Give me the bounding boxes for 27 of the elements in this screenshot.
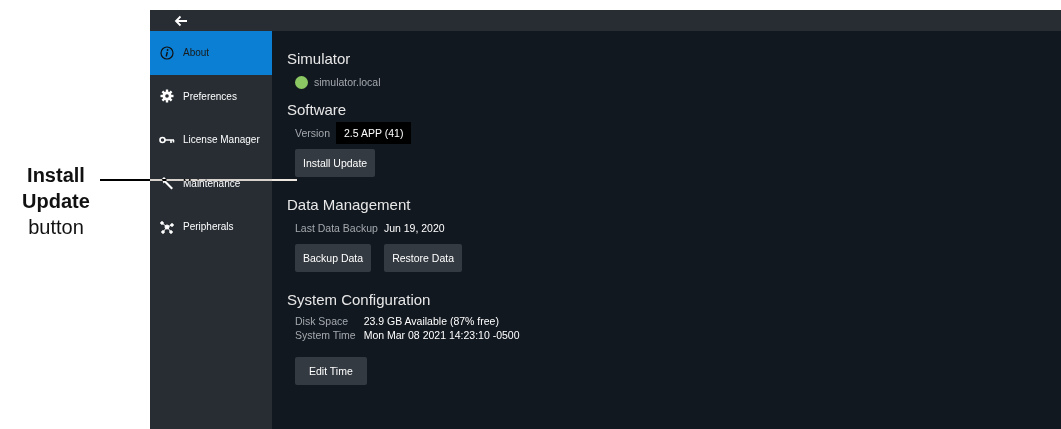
field-value: Mon Mar 08 2021 14:23:10 -0500 (363, 328, 520, 342)
info-icon (159, 45, 175, 60)
field-value: Jun 19, 2020 (383, 222, 445, 234)
sidebar-item[interactable]: License Manager (150, 118, 272, 162)
section-title: System Configuration (287, 289, 432, 310)
field-label: Version (295, 127, 331, 139)
edit-time-button[interactable]: Edit Time (295, 357, 367, 385)
key-icon (159, 135, 175, 144)
callout-label: Install Update button (21, 163, 91, 240)
field-value: 23.9 GB Available (87% free) (363, 314, 500, 328)
install-update-button[interactable]: Install Update (295, 149, 376, 177)
field-label: Last Data Backup (295, 222, 378, 234)
version-value: 2.5 APP (41) (336, 122, 412, 144)
host-name: simulator.local (314, 76, 381, 88)
section-title: Software (287, 99, 348, 120)
sidebar-item[interactable]: About (150, 31, 272, 75)
back-arrow-icon[interactable] (174, 14, 188, 27)
sidebar-item[interactable]: Peripherals (150, 205, 272, 249)
field-label: System Time (295, 328, 356, 342)
network-icon (159, 219, 175, 234)
action-button[interactable]: Backup Data (295, 244, 372, 272)
gear-icon (159, 89, 175, 104)
field-label: Disk Space (295, 314, 350, 328)
section-title: Data Management (287, 194, 412, 215)
sidebar-item[interactable]: Preferences (150, 74, 272, 118)
action-button[interactable]: Restore Data (384, 244, 462, 272)
section-title: Simulator (287, 48, 352, 69)
